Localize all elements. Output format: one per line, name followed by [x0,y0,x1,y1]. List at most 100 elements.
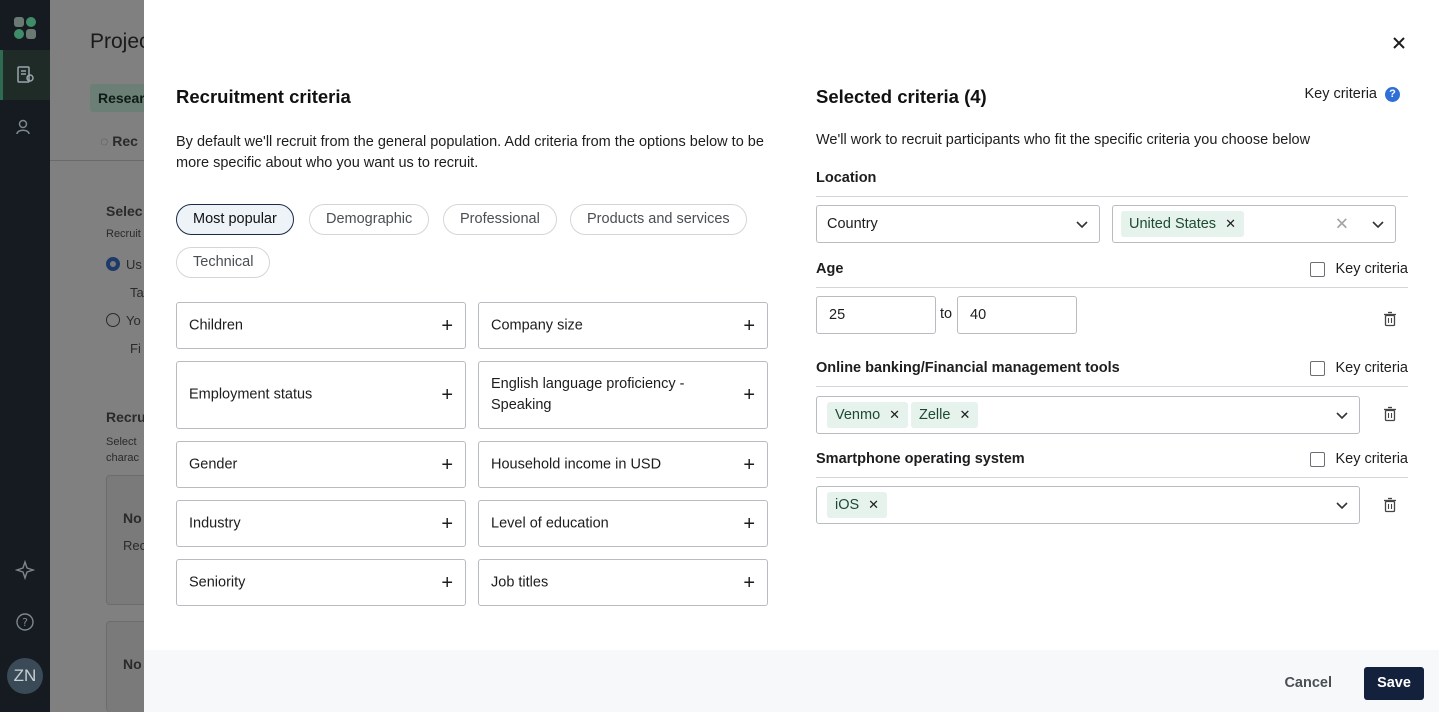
radio-option-1-label: Us [126,257,142,272]
subtab-recruitment[interactable]: ◌ Rec [100,133,138,149]
remove-tag-icon[interactable]: ✕ [868,497,879,512]
sparkle-icon[interactable] [15,560,35,580]
key-criteria-label: Key criteria [1335,451,1408,467]
tag-label: iOS [835,497,860,513]
criteria-option-label: Company size [491,317,583,333]
chevron-down-icon [1372,221,1384,229]
recruitment-criteria-description: By default we'll recruit from the genera… [176,134,764,171]
selected-criteria-title: Selected criteria (4) [816,86,987,107]
criteria-option-children[interactable]: Children + [176,302,466,349]
smartphone-key-criteria-checkbox[interactable]: Key criteria [1310,451,1408,467]
criteria-option-label: Level of education [491,515,609,531]
plus-icon: + [743,571,755,594]
banking-key-criteria-checkbox[interactable]: Key criteria [1310,360,1408,376]
age-min-input[interactable]: 25 [816,296,936,334]
remove-tag-icon[interactable]: ✕ [1225,216,1236,231]
card-1-title: No [123,510,142,526]
cancel-button[interactable]: Cancel [1272,667,1344,699]
criteria-option-level-of-education[interactable]: Level of education + [478,500,768,547]
help-icon[interactable]: ? [1385,87,1400,102]
delete-smartphone-trash-icon[interactable] [1382,497,1398,513]
chevron-down-icon [1076,221,1088,229]
radio-option-1[interactable]: Us [106,257,142,272]
remove-tag-icon[interactable]: ✕ [889,407,900,422]
card-1-text: Rec [123,538,147,553]
key-criteria-help[interactable]: Key criteria? [1304,86,1400,102]
nav-item-projects[interactable] [0,50,50,100]
radio-option-2[interactable]: Yo [106,313,141,328]
radio-option-2-label: Yo [126,313,141,328]
key-criteria-label: Key criteria [1335,360,1408,376]
remove-tag-icon[interactable]: ✕ [959,407,970,422]
plus-icon: + [441,571,453,594]
section-text-2: charac [106,452,140,464]
recruit-section-heading: Recru [106,409,146,425]
age-key-criteria-checkbox[interactable]: Key criteria [1310,261,1408,277]
tag-label: Zelle [919,407,951,423]
criteria-option-company-size[interactable]: Company size + [478,302,768,349]
select-heading: Selec [106,203,143,219]
divider [816,386,1408,387]
criteria-option-gender[interactable]: Gender + [176,441,466,488]
filter-chip-technical[interactable]: Technical [176,247,271,278]
divider [816,287,1408,288]
checkbox-icon [1310,451,1326,467]
filter-chip-most-popular[interactable]: Most popular [176,204,294,235]
smartphone-os-label: Smartphone operating system [816,451,1025,467]
location-type-value: Country [827,216,878,232]
radio-selected-icon [106,257,120,271]
subtab-label: Rec [112,133,138,149]
delete-age-trash-icon[interactable] [1382,311,1398,327]
selected-tag-united-states: United States ✕ [1121,211,1244,237]
filter-chip-demographic[interactable]: Demographic [309,204,430,235]
clear-selection-icon[interactable]: ✕ [1335,216,1349,233]
criteria-option-label: Industry [189,515,241,531]
criteria-option-label: English language proficiency - Speaking [491,376,685,413]
recruitment-criteria-title: Recruitment criteria [176,86,351,107]
radio-unselected-icon [106,313,120,327]
age-max-input[interactable]: 40 [957,296,1077,334]
modal-footer: Cancel Save [144,650,1439,712]
loading-spinner-icon: ◌ [100,133,113,149]
chevron-down-icon [1336,412,1348,420]
plus-icon: + [743,384,755,406]
page-title: Projec [90,30,150,53]
recruit-text: Recruit [106,228,141,240]
criteria-option-employment-status[interactable]: Employment status + [176,361,466,429]
card-2-title: No [123,656,142,672]
smartphone-os-select[interactable]: iOS ✕ [816,486,1360,524]
selected-criteria-description: We'll work to recruit participants who f… [816,132,1311,148]
criteria-option-label: Job titles [491,574,549,590]
filter-chip-products-and-services[interactable]: Products and services [570,204,747,235]
close-button[interactable] [1389,33,1409,53]
radio-option-1-sub: Ta [130,285,144,300]
criteria-option-seniority[interactable]: Seniority + [176,559,466,606]
help-circle-icon[interactable]: ? [15,612,35,632]
svg-text:?: ? [22,616,28,629]
criteria-option-english-proficiency-speaking[interactable]: English language proficiency - Speaking … [478,361,768,429]
criteria-option-job-titles[interactable]: Job titles + [478,559,768,606]
plus-icon: + [441,384,453,406]
tag-label: Venmo [835,407,881,423]
delete-banking-trash-icon[interactable] [1382,406,1398,422]
location-country-select[interactable]: United States ✕ ✕ [1112,205,1396,243]
checkbox-icon [1310,261,1326,277]
plus-icon: + [441,453,453,476]
criteria-option-household-income[interactable]: Household income in USD + [478,441,768,488]
tag-label: United States [1129,216,1217,232]
app-logo-icon [14,17,36,39]
key-criteria-label: Key criteria [1335,261,1408,277]
location-type-select[interactable]: Country [816,205,1100,243]
filter-chip-professional[interactable]: Professional [443,204,557,235]
participants-icon[interactable] [15,117,35,137]
banking-tools-select[interactable]: Venmo ✕ Zelle ✕ [816,396,1360,434]
section-text-1: Select [106,436,137,448]
criteria-option-label: Children [189,317,243,333]
criteria-option-industry[interactable]: Industry + [176,500,466,547]
criteria-option-label: Seniority [189,574,246,590]
save-button[interactable]: Save [1364,667,1424,700]
close-icon [1393,37,1405,49]
app-sidebar: ? ZN [0,0,50,712]
plus-icon: + [441,512,453,535]
user-avatar[interactable]: ZN [7,658,43,694]
